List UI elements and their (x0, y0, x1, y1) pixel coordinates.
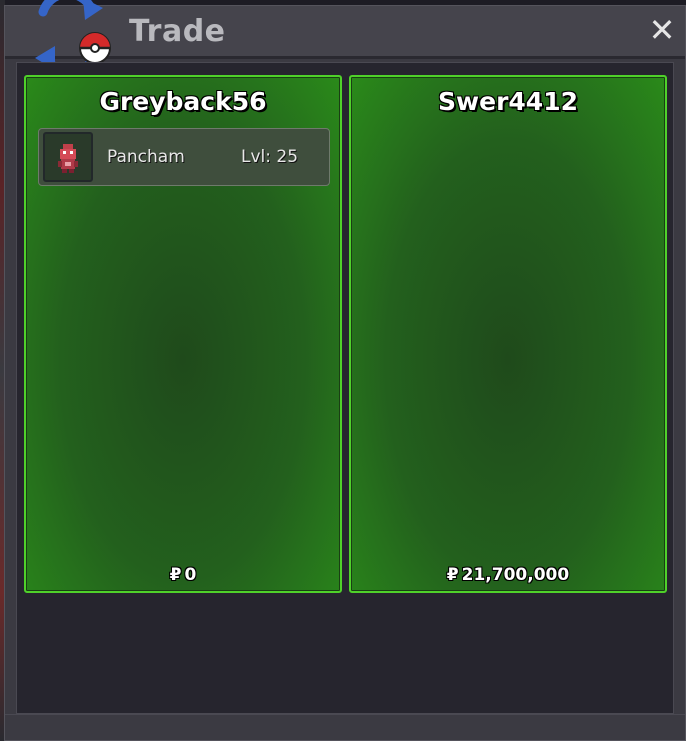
right-player-name: Swer4412 (438, 87, 578, 116)
window-footer (5, 714, 685, 740)
pokemon-name: Pancham (107, 147, 185, 167)
left-player-name: Greyback56 (99, 87, 267, 116)
pokedollar-icon: ₽ (446, 565, 459, 585)
pancham-sprite-icon (43, 132, 93, 182)
pokedollar-icon: ₽ (169, 565, 182, 585)
window-title: Trade (129, 14, 226, 49)
right-money-value: 21,700,000 (461, 565, 570, 585)
trade-content-area: Greyback56 Pancham Lvl: 25 ₽ 0 Swer4412 … (16, 62, 674, 714)
pancham-sprite-graphic (58, 144, 78, 173)
pokemon-level: Lvl: 25 (241, 147, 299, 167)
left-trade-panel: Greyback56 Pancham Lvl: 25 ₽ 0 (24, 75, 342, 593)
trade-offer-item[interactable]: Pancham Lvl: 25 (38, 128, 330, 186)
right-money: ₽21,700,000 (351, 565, 665, 585)
close-button[interactable]: ✕ (647, 14, 677, 46)
left-money: ₽0 (26, 565, 340, 585)
left-money-value: 0 (184, 565, 197, 585)
right-trade-panel: Swer4412 ₽21,700,000 (349, 75, 667, 593)
trade-window: Trade ✕ Greyback56 Pancham Lvl: 25 ₽ 0 S… (4, 0, 686, 741)
